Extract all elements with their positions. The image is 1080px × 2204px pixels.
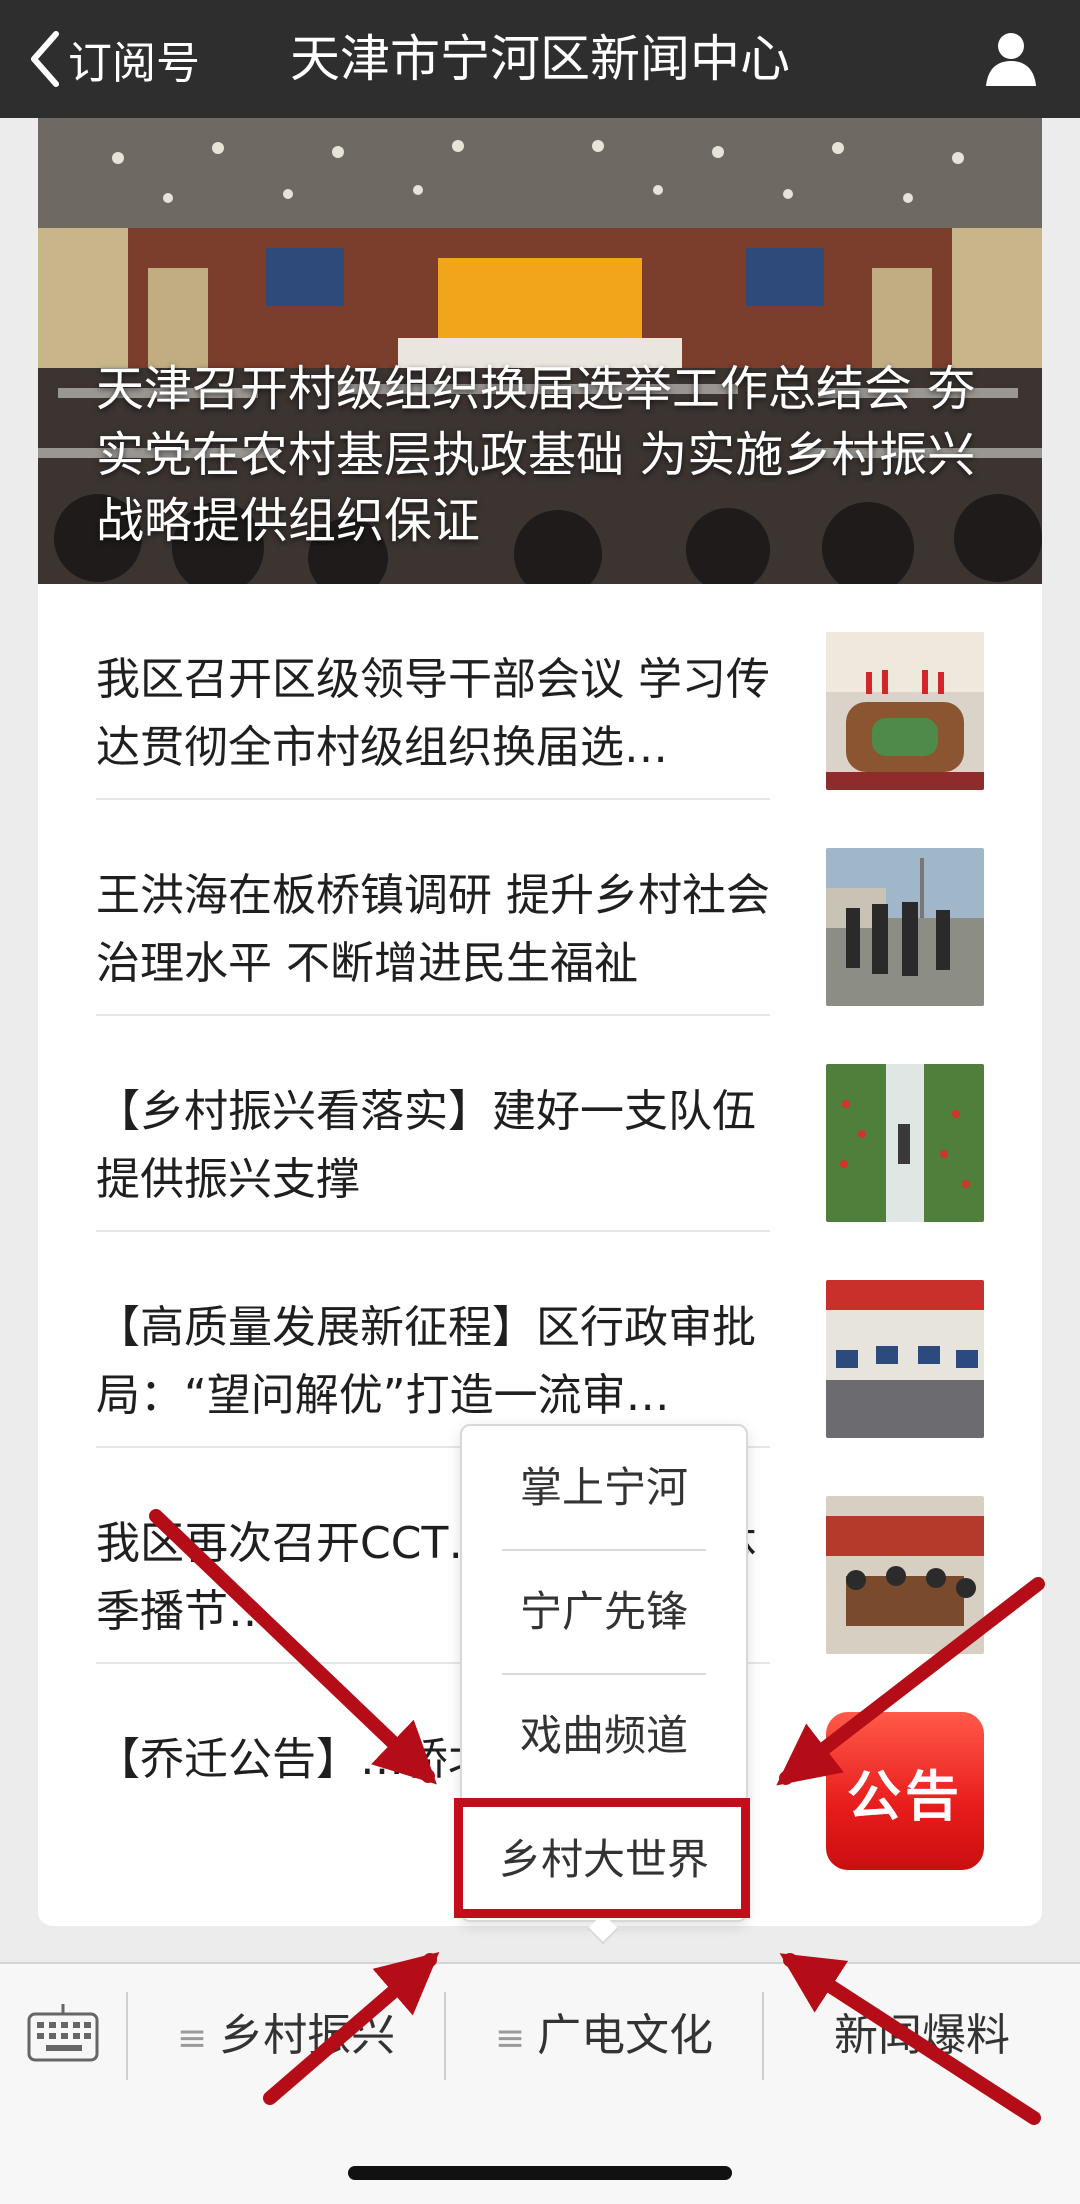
home-indicator	[348, 2166, 732, 2180]
menu-button-label: 广电文化	[537, 2010, 714, 2061]
news-item[interactable]: 【高质量发展新征程】区行政审批局：“望问解优”打造一流审…	[38, 1232, 1042, 1448]
page-title: 天津市宁河区新闻中心	[290, 30, 790, 88]
news-thumbnail	[826, 1496, 984, 1654]
menu-lines-icon: ≡	[494, 2018, 526, 2059]
hero-caption: 天津召开村级组织换届选举工作总结会 夯实党在农村基层执政基础 为实施乡村振兴战略…	[96, 361, 976, 549]
menu-button-label: 乡村振兴	[219, 2010, 396, 2061]
submenu-item-xiqu-pindao[interactable]: 戏曲频道	[462, 1674, 746, 1798]
news-thumbnail	[826, 848, 984, 1006]
news-thumbnail	[826, 1280, 984, 1438]
news-title: 【高质量发展新征程】区行政审批局：“望问解优”打造一流审…	[96, 1302, 756, 1421]
keyboard-icon[interactable]	[26, 2002, 100, 2066]
news-title: 【乡村振兴看落实】建好一支队伍 提供振兴支撑	[96, 1086, 756, 1205]
hero-article[interactable]: 天津召开村级组织换届选举工作总结会 夯实党在农村基层执政基础 为实施乡村振兴战略…	[38, 118, 1042, 584]
user-profile-icon[interactable]	[984, 30, 1038, 88]
news-title: 王洪海在板桥镇调研 提升乡村社会治理水平 不断增进民生福祉	[96, 870, 770, 989]
menu-button-xinwen-baoliao[interactable]: 新闻爆料	[764, 1994, 1080, 2078]
menu-lines-icon: ≡	[176, 2018, 208, 2059]
top-navigation-bar: 订阅号 天津市宁河区新闻中心	[0, 0, 1080, 118]
news-item[interactable]: 【乡村振兴看落实】建好一支队伍 提供振兴支撑	[38, 1016, 1042, 1232]
menu-button-guangdian-wenhua[interactable]: ≡ 广电文化	[446, 1994, 762, 2078]
news-thumbnail	[826, 1064, 984, 1222]
news-title: 我区召开区级领导干部会议 学习传达贯彻全市村级组织换届选…	[96, 654, 770, 773]
submenu-item-ningguang-xianfeng[interactable]: 宁广先锋	[462, 1550, 746, 1674]
announcement-badge: 公告	[826, 1712, 984, 1870]
menu-button-xiangcun-zhenxing[interactable]: ≡ 乡村振兴	[128, 1994, 444, 2078]
submenu-item-zhangshang-ninghe[interactable]: 掌上宁河	[462, 1426, 746, 1550]
news-thumbnail	[826, 632, 984, 790]
news-item[interactable]: 我区召开区级领导干部会议 学习传达贯彻全市村级组织换届选…	[38, 584, 1042, 800]
menu-button-label: 新闻爆料	[834, 2010, 1010, 2061]
news-item[interactable]: 王洪海在板桥镇调研 提升乡村社会治理水平 不断增进民生福祉	[38, 800, 1042, 1016]
highlight-box	[454, 1798, 750, 1918]
